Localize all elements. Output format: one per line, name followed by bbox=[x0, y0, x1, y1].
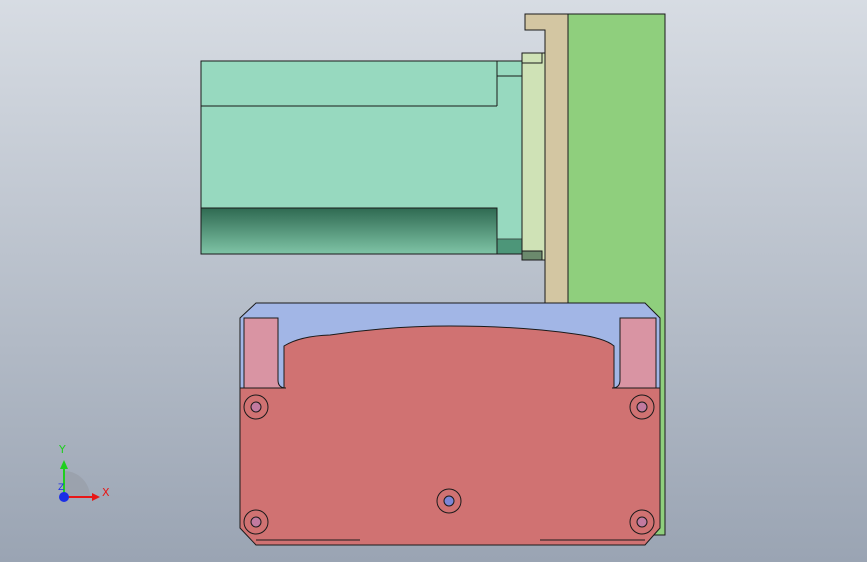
housing-body[interactable] bbox=[239, 325, 661, 546]
cad-graphics-viewport[interactable]: X Y Z bbox=[0, 0, 867, 562]
motor-collar-shadow bbox=[496, 238, 523, 255]
motor-flange[interactable] bbox=[521, 52, 546, 261]
z-axis-label: Z bbox=[58, 483, 65, 493]
motor-lower-shadow bbox=[200, 207, 498, 255]
flange-lip-bottom bbox=[521, 250, 543, 261]
flange-lip-top bbox=[521, 52, 543, 64]
cad-model-view[interactable] bbox=[0, 0, 867, 562]
x-axis-label: X bbox=[102, 486, 110, 499]
y-axis-label: Y bbox=[59, 443, 66, 456]
